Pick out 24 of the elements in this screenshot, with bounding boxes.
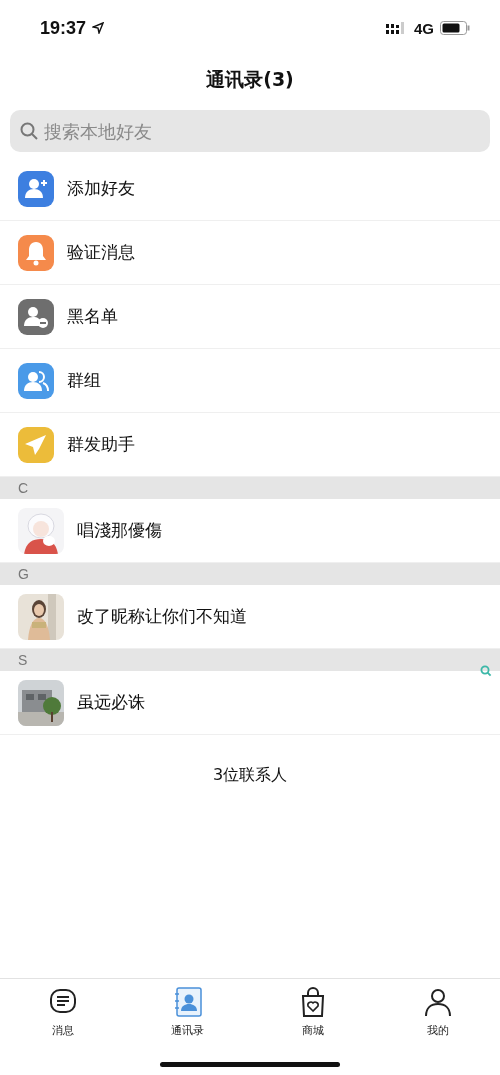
contact-name: 虽远必诛 — [77, 691, 145, 714]
tab[interactable]: 我的 — [375, 985, 500, 1038]
page-title: 通讯录(3) — [206, 67, 294, 92]
index-letter: G — [18, 566, 29, 582]
index-letter: S — [18, 652, 28, 668]
contact-name: 改了昵称让你们不知道 — [77, 605, 247, 628]
tab[interactable]: 消息 — [0, 985, 125, 1038]
menu-item[interactable]: 黑名单 — [0, 285, 500, 349]
battery-icon — [440, 21, 470, 35]
search-icon[interactable] — [480, 665, 492, 677]
contact-name: 唱淺那優傷 — [77, 519, 162, 542]
tab[interactable]: 商城 — [250, 985, 375, 1038]
menu-item[interactable]: 群组 — [0, 349, 500, 413]
index-letter: C — [18, 480, 29, 496]
menu-item[interactable]: 添加好友 — [0, 157, 500, 221]
search-icon — [20, 122, 38, 140]
menu-item[interactable]: 验证消息 — [0, 221, 500, 285]
contact-count: 3位联系人 — [212, 765, 288, 784]
tab[interactable]: 通讯录 — [125, 985, 250, 1038]
contact-item[interactable]: 虽远必诛 — [0, 671, 500, 735]
search-field[interactable]: 搜索本地好友 — [10, 110, 490, 152]
network-label: 4G — [414, 19, 434, 37]
clock: 19:37 — [40, 17, 87, 39]
location-arrow-icon — [92, 22, 105, 34]
